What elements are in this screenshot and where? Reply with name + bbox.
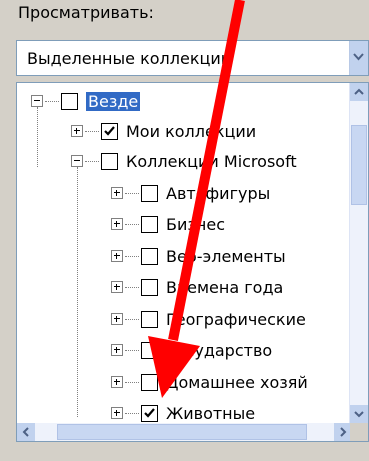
annotation-arrow-icon (148, 0, 245, 398)
